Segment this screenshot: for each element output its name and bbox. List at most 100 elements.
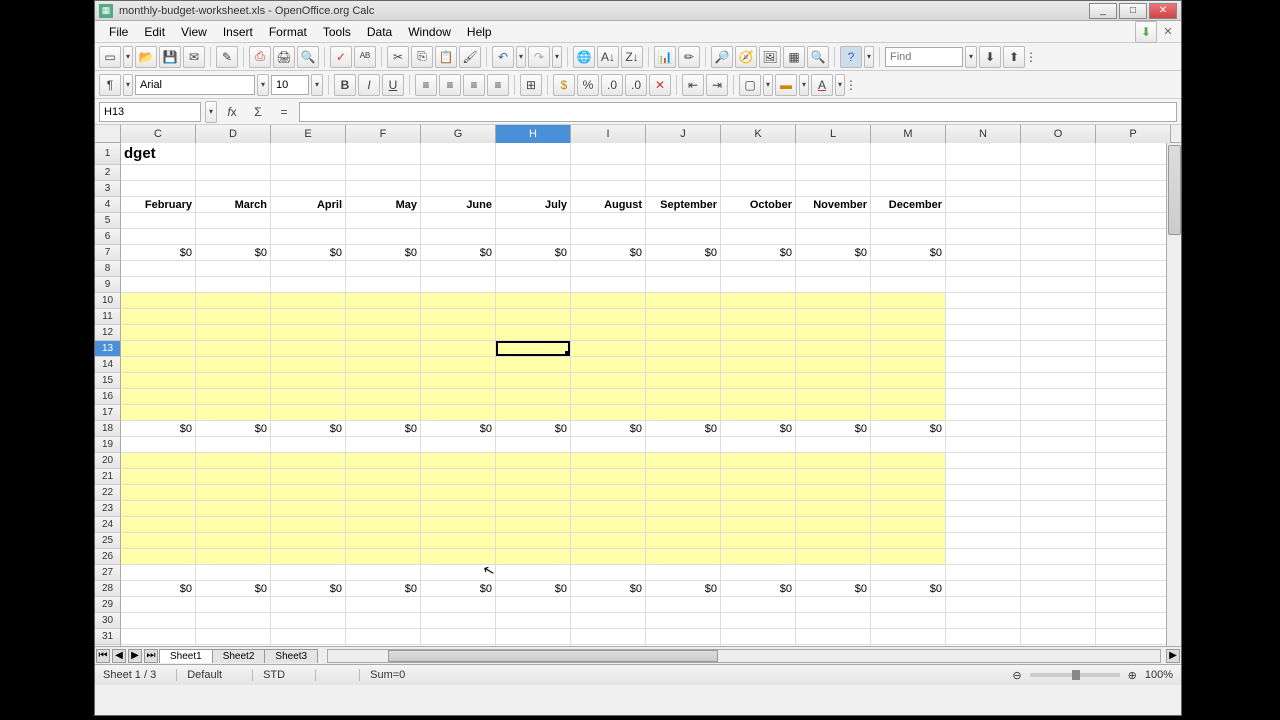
- row-header-11[interactable]: 11: [95, 309, 121, 325]
- cell-M4[interactable]: December: [871, 197, 946, 213]
- cell-O17[interactable]: [1021, 405, 1096, 421]
- cell-H3[interactable]: [496, 181, 571, 197]
- cell-M28[interactable]: $0: [871, 581, 946, 597]
- cell-N9[interactable]: [946, 277, 1021, 293]
- cell-L26[interactable]: [796, 549, 871, 565]
- cell-O1[interactable]: [1021, 143, 1096, 165]
- cell-P31[interactable]: [1096, 629, 1171, 645]
- menu-window[interactable]: Window: [400, 23, 459, 41]
- cell-N15[interactable]: [946, 373, 1021, 389]
- cell-G18[interactable]: $0: [421, 421, 496, 437]
- cell-E8[interactable]: [271, 261, 346, 277]
- cell-M12[interactable]: [871, 325, 946, 341]
- help-dropdown[interactable]: ▾: [864, 46, 874, 68]
- cell-H19[interactable]: [496, 437, 571, 453]
- cell-O22[interactable]: [1021, 485, 1096, 501]
- cell-E14[interactable]: [271, 357, 346, 373]
- cell-M25[interactable]: [871, 533, 946, 549]
- cell-I19[interactable]: [571, 437, 646, 453]
- cell-I28[interactable]: $0: [571, 581, 646, 597]
- cell-D8[interactable]: [196, 261, 271, 277]
- sort-desc-button[interactable]: Z↓: [621, 46, 643, 68]
- cell-J29[interactable]: [646, 597, 721, 613]
- font-name-input[interactable]: [135, 75, 255, 95]
- cell-F32[interactable]: May: [346, 645, 421, 647]
- cell-H31[interactable]: [496, 629, 571, 645]
- cell-M9[interactable]: [871, 277, 946, 293]
- cell-F26[interactable]: [346, 549, 421, 565]
- cell-P4[interactable]: [1096, 197, 1171, 213]
- cell-C12[interactable]: [121, 325, 196, 341]
- help-button[interactable]: ?: [840, 46, 862, 68]
- cell-M26[interactable]: [871, 549, 946, 565]
- bold-button[interactable]: B: [334, 74, 356, 96]
- cell-J11[interactable]: [646, 309, 721, 325]
- cell-K15[interactable]: [721, 373, 796, 389]
- cell-J24[interactable]: [646, 517, 721, 533]
- spellcheck-button[interactable]: ✓: [330, 46, 352, 68]
- cell-E11[interactable]: [271, 309, 346, 325]
- cell-C15[interactable]: [121, 373, 196, 389]
- cell-G6[interactable]: [421, 229, 496, 245]
- cell-H18[interactable]: $0: [496, 421, 571, 437]
- cell-I32[interactable]: August: [571, 645, 646, 647]
- cell-C4[interactable]: February: [121, 197, 196, 213]
- cell-H32[interactable]: July: [496, 645, 571, 647]
- vertical-scroll-thumb[interactable]: [1168, 145, 1181, 235]
- cell-C16[interactable]: [121, 389, 196, 405]
- styles-button[interactable]: ¶: [99, 74, 121, 96]
- column-header-G[interactable]: G: [421, 125, 496, 143]
- cell-G19[interactable]: [421, 437, 496, 453]
- cell-O26[interactable]: [1021, 549, 1096, 565]
- paste-button[interactable]: 📋: [435, 46, 457, 68]
- cell-C6[interactable]: [121, 229, 196, 245]
- cell-E26[interactable]: [271, 549, 346, 565]
- cell-L6[interactable]: [796, 229, 871, 245]
- cell-P30[interactable]: [1096, 613, 1171, 629]
- redo-dropdown[interactable]: ▾: [552, 46, 562, 68]
- cell-H21[interactable]: [496, 469, 571, 485]
- cell-P16[interactable]: [1096, 389, 1171, 405]
- cell-M8[interactable]: [871, 261, 946, 277]
- cell-G1[interactable]: [421, 143, 496, 165]
- cell-G4[interactable]: June: [421, 197, 496, 213]
- cell-K11[interactable]: [721, 309, 796, 325]
- cell-M22[interactable]: [871, 485, 946, 501]
- cell-D22[interactable]: [196, 485, 271, 501]
- cell-E24[interactable]: [271, 517, 346, 533]
- cell-D28[interactable]: $0: [196, 581, 271, 597]
- cell-L32[interactable]: November: [796, 645, 871, 647]
- cell-J2[interactable]: [646, 165, 721, 181]
- row-header-3[interactable]: 3: [95, 181, 121, 197]
- cell-G10[interactable]: [421, 293, 496, 309]
- cell-C22[interactable]: [121, 485, 196, 501]
- row-header-8[interactable]: 8: [95, 261, 121, 277]
- cell-F27[interactable]: [346, 565, 421, 581]
- cell-O28[interactable]: [1021, 581, 1096, 597]
- cell-N29[interactable]: [946, 597, 1021, 613]
- cell-L24[interactable]: [796, 517, 871, 533]
- cell-J22[interactable]: [646, 485, 721, 501]
- find-prev-button[interactable]: ⬆: [1003, 46, 1025, 68]
- cell-G22[interactable]: [421, 485, 496, 501]
- cell-I5[interactable]: [571, 213, 646, 229]
- cell-F2[interactable]: [346, 165, 421, 181]
- cell-J1[interactable]: [646, 143, 721, 165]
- cell-J26[interactable]: [646, 549, 721, 565]
- first-sheet-button[interactable]: ⏮: [96, 649, 110, 663]
- cell-E17[interactable]: [271, 405, 346, 421]
- cell-D7[interactable]: $0: [196, 245, 271, 261]
- cell-O12[interactable]: [1021, 325, 1096, 341]
- cell-C2[interactable]: [121, 165, 196, 181]
- cell-E21[interactable]: [271, 469, 346, 485]
- cell-O29[interactable]: [1021, 597, 1096, 613]
- cell-G3[interactable]: [421, 181, 496, 197]
- cell-I4[interactable]: August: [571, 197, 646, 213]
- cell-I9[interactable]: [571, 277, 646, 293]
- zoom-button[interactable]: 🔍: [807, 46, 829, 68]
- cell-E9[interactable]: [271, 277, 346, 293]
- cell-G14[interactable]: [421, 357, 496, 373]
- cell-M13[interactable]: [871, 341, 946, 357]
- cell-H14[interactable]: [496, 357, 571, 373]
- cell-M3[interactable]: [871, 181, 946, 197]
